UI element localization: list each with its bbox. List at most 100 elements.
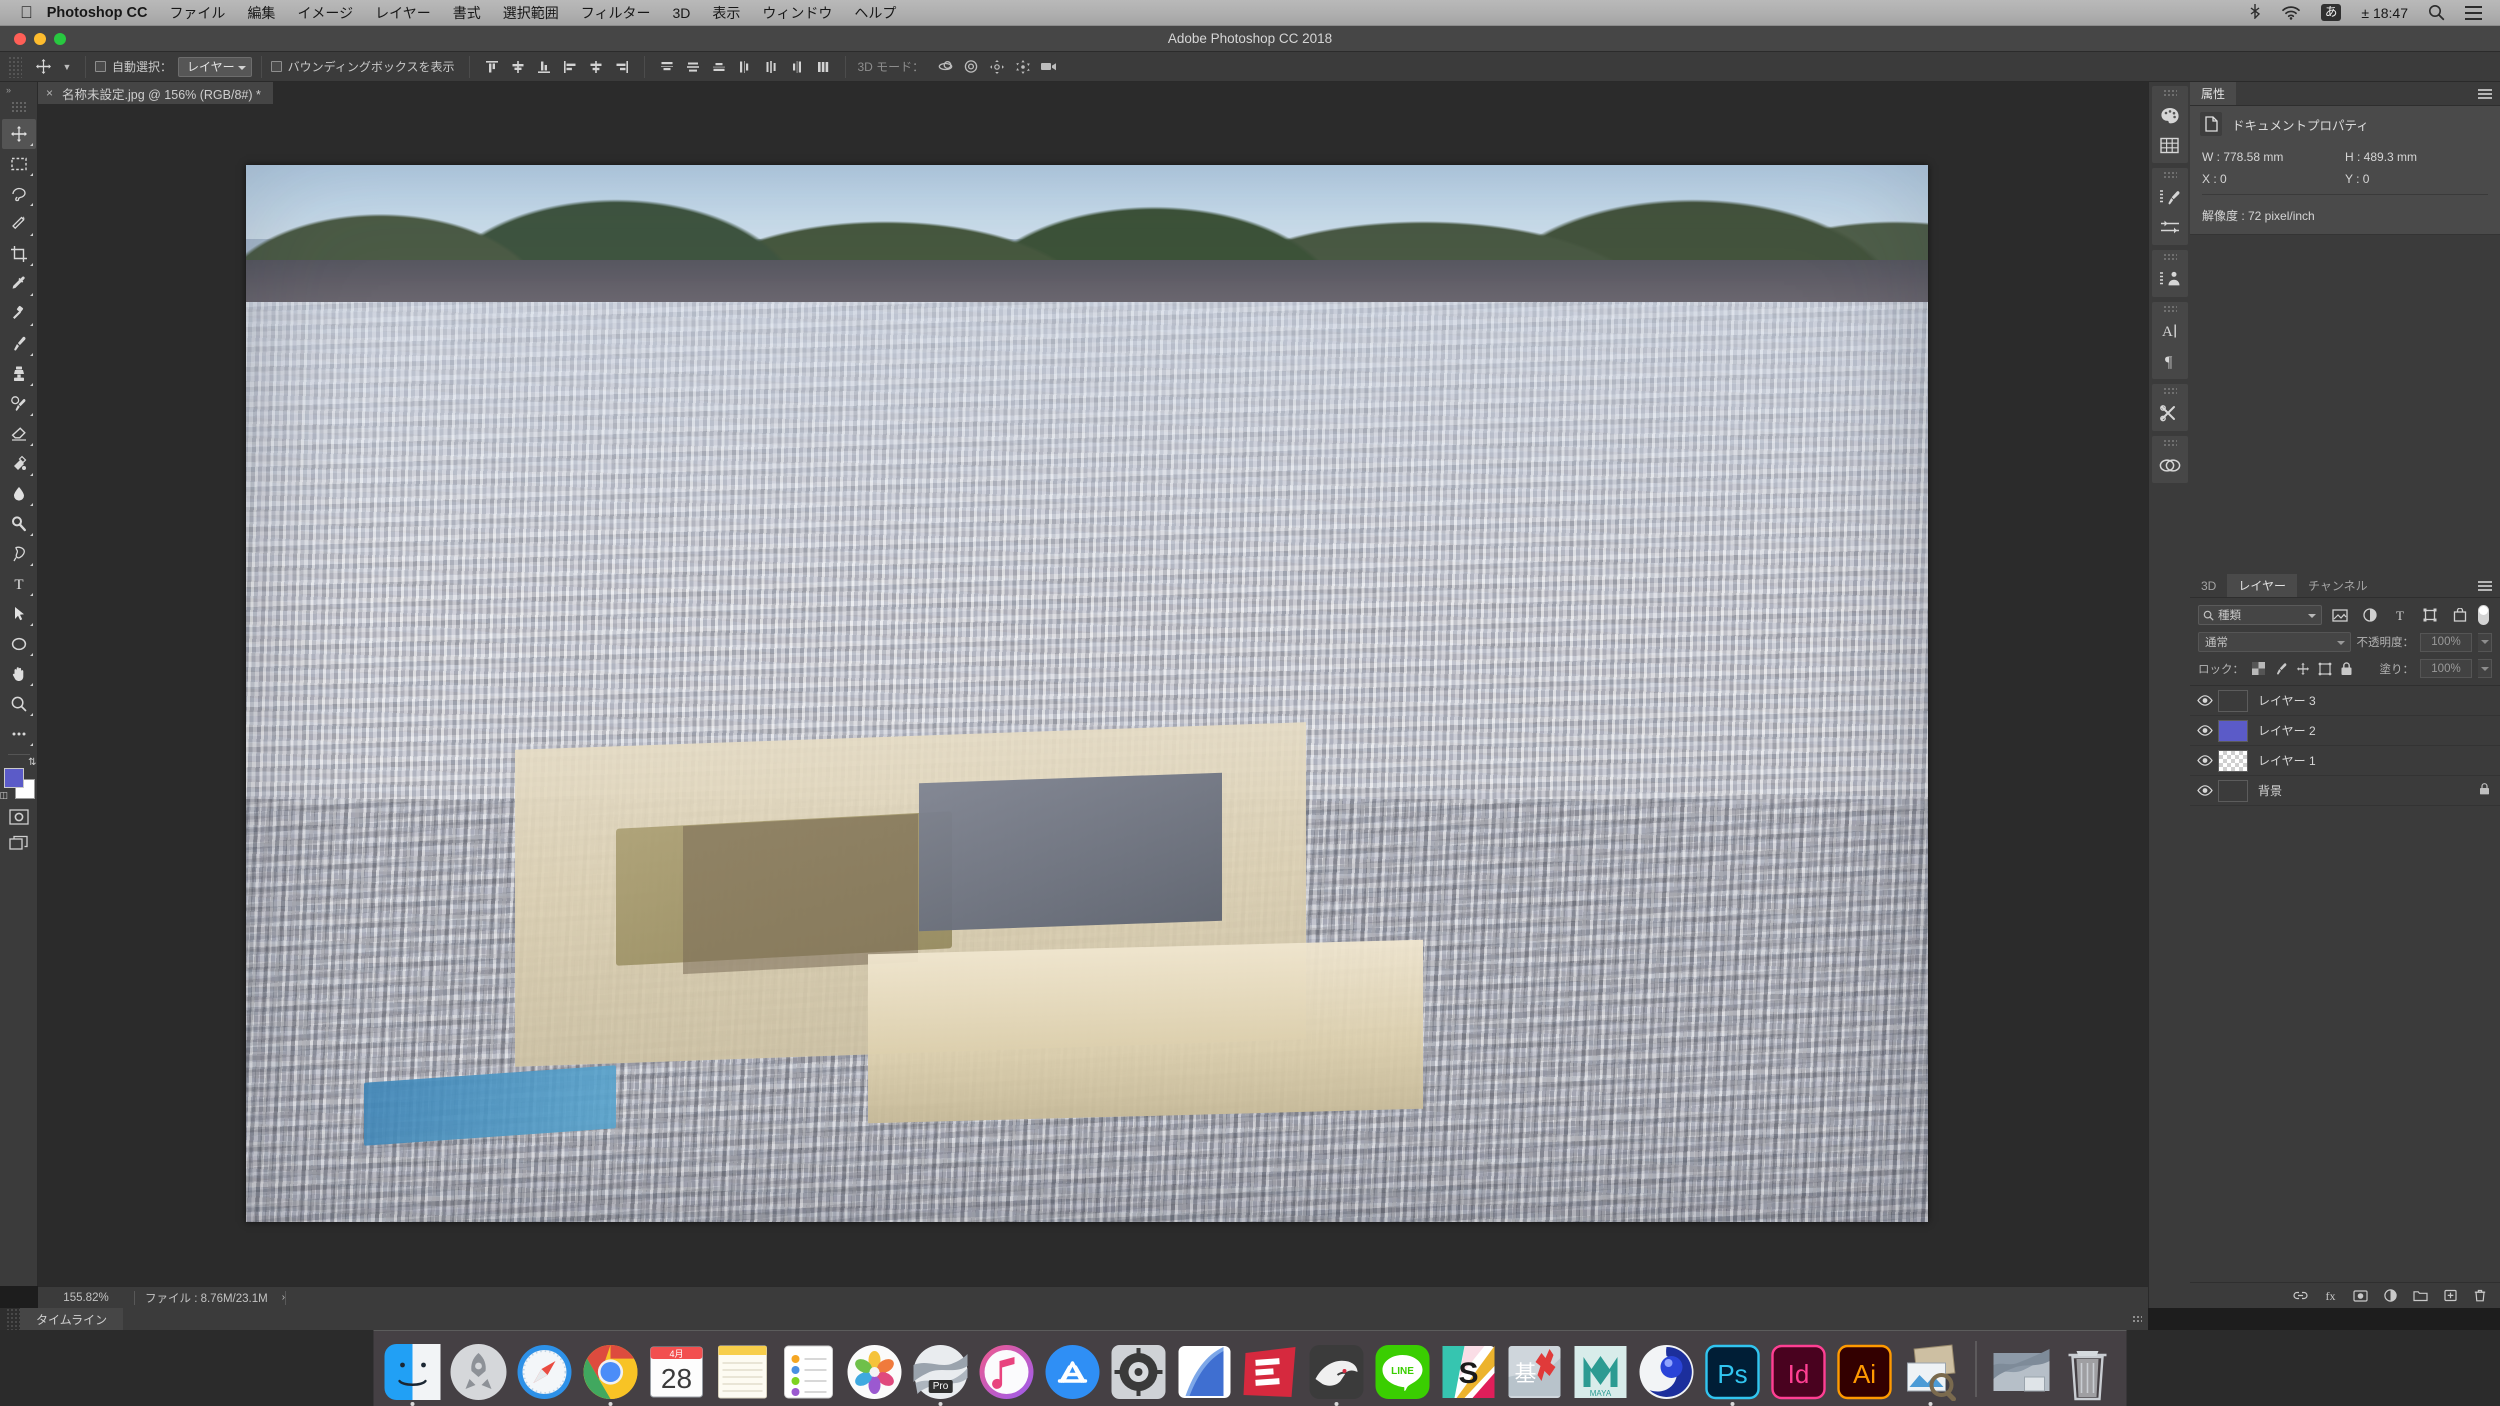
wifi-icon[interactable] (2281, 5, 2301, 20)
canvas-area[interactable] (38, 104, 2148, 1286)
healing-brush-tool[interactable] (2, 299, 36, 329)
auto-select-dropdown[interactable]: レイヤー (178, 56, 252, 77)
dock-item-sketchup[interactable] (1242, 1343, 1300, 1401)
menubar-item-view[interactable]: 表示 (712, 3, 740, 23)
rail-grip[interactable] (2162, 89, 2177, 98)
filter-toggle-switch[interactable] (2478, 604, 2492, 626)
layer-visibility-icon[interactable] (2192, 755, 2218, 766)
table-row[interactable]: レイヤー 3 (2190, 686, 2500, 716)
dock-item-google-earth-pro[interactable]: Pro (912, 1343, 970, 1406)
tab-3d[interactable]: 3D (2190, 574, 2228, 597)
swatches-grid-icon[interactable] (2153, 130, 2187, 160)
timeline-menu-icon[interactable] (2132, 1315, 2142, 1323)
dock-item-notes[interactable] (714, 1343, 772, 1401)
dock-item-minimized-document[interactable] (1993, 1343, 2051, 1401)
paragraph-panel-icon[interactable]: ¶ (2153, 346, 2187, 376)
menubar-item-layer[interactable]: レイヤー (375, 3, 431, 23)
filter-pixel-icon[interactable] (2328, 605, 2352, 625)
rail-grip[interactable] (2162, 171, 2177, 180)
dock-item-safari[interactable] (516, 1343, 574, 1401)
roll-3d-icon[interactable] (958, 55, 984, 79)
link-layers-icon[interactable] (2292, 1288, 2308, 1304)
lock-image-pixels-icon[interactable] (2273, 661, 2288, 677)
dock-item-preview[interactable] (1902, 1343, 1960, 1406)
distribute-bottom-icon[interactable] (706, 55, 732, 79)
table-row[interactable]: レイヤー 2 (2190, 716, 2500, 746)
dock-item-photos[interactable] (846, 1343, 904, 1401)
adjustments-icon[interactable] (2153, 212, 2187, 242)
tool-preset-chevron-down-icon[interactable]: ▼ (58, 55, 76, 79)
distribute-vertical-center-icon[interactable] (680, 55, 706, 79)
document-resolution-value[interactable]: 解像度 : 72 pixel/inch (2190, 207, 2500, 234)
foreground-color-swatch[interactable] (3, 768, 24, 788)
menubar-item-image[interactable]: イメージ (297, 3, 353, 23)
menubar-item-help[interactable]: ヘルプ (854, 3, 896, 23)
auto-select-checkbox[interactable] (95, 61, 106, 72)
dock-item-adobe-indesign[interactable]: Id (1770, 1343, 1828, 1401)
tab-layers[interactable]: レイヤー (2227, 574, 2297, 597)
move-tool-icon[interactable] (28, 55, 58, 79)
dock-item-rhinoceros[interactable] (1308, 1343, 1366, 1406)
layer-filter-dropdown[interactable]: 種類 (2198, 605, 2322, 625)
path-selection-tool[interactable] (2, 599, 36, 629)
zoom-tool[interactable] (2, 689, 36, 719)
blur-tool[interactable] (2, 479, 36, 509)
distribute-spacing-icon[interactable] (810, 55, 836, 79)
layer-mask-icon[interactable] (2352, 1288, 2368, 1304)
show-bounding-box-checkbox[interactable] (270, 61, 282, 72)
layer-list[interactable]: レイヤー 3 レイヤー 2 レイヤー 1 背景 (2190, 685, 2500, 1282)
dock-item-kiban-chizu[interactable]: 基 (1506, 1343, 1564, 1401)
distribute-horizontal-center-icon[interactable] (758, 55, 784, 79)
apple-menu-icon[interactable]:  (20, 4, 33, 21)
dock-item-reminders[interactable] (780, 1343, 838, 1401)
menubar-item-3d[interactable]: 3D (673, 5, 691, 21)
styles-stamp-icon[interactable] (2153, 264, 2187, 294)
lasso-tool[interactable] (2, 179, 36, 209)
clone-stamp-tool[interactable] (2, 359, 36, 389)
gradient-tool[interactable] (2, 449, 36, 479)
panel-menu-icon[interactable] (2478, 574, 2500, 597)
distribute-left-icon[interactable] (732, 55, 758, 79)
hand-tool[interactable] (2, 659, 36, 689)
layer-name[interactable]: レイヤー 2 (2258, 722, 2316, 739)
dock-item-adobe-illustrator[interactable]: Ai (1836, 1343, 1894, 1401)
close-icon[interactable]: × (46, 86, 53, 100)
dock-item-line[interactable]: LINE (1374, 1343, 1432, 1401)
new-group-icon[interactable] (2412, 1288, 2428, 1304)
menubar-app-name[interactable]: Photoshop CC (47, 5, 148, 21)
color-palette-icon[interactable] (2153, 100, 2187, 130)
dock-item-adobe-photoshop[interactable]: Ps (1704, 1343, 1762, 1406)
dock-item-autodesk-maya[interactable]: MAYA (1572, 1343, 1630, 1401)
layer-thumbnail[interactable] (2218, 749, 2248, 772)
fill-chevron-down-icon[interactable] (2478, 659, 2492, 678)
layer-thumbnail[interactable] (2218, 689, 2248, 712)
menubar-clock[interactable]: ± 18:47 (2361, 5, 2408, 21)
dock-item-cinema-4d[interactable] (1638, 1343, 1696, 1401)
slide-3d-icon[interactable] (1010, 55, 1036, 79)
color-swatches[interactable]: ◫ ⇅ (0, 757, 37, 800)
rail-grip[interactable] (2162, 253, 2177, 262)
tab-properties[interactable]: 属性 (2190, 82, 2237, 105)
magic-wand-tool[interactable] (2, 209, 36, 239)
tab-timeline[interactable]: タイムライン (20, 1308, 124, 1330)
rail-grip[interactable] (2162, 439, 2177, 448)
delete-layer-icon[interactable] (2472, 1288, 2488, 1304)
control-center-icon[interactable] (2465, 5, 2482, 20)
eraser-tool[interactable] (2, 419, 36, 449)
edit-toolbar-tool[interactable] (2, 719, 36, 749)
tab-channels[interactable]: チャンネル (2296, 574, 2379, 597)
layer-visibility-icon[interactable] (2192, 695, 2218, 706)
filter-adjustment-icon[interactable] (2358, 605, 2382, 625)
align-bottom-icon[interactable] (531, 55, 557, 79)
align-top-icon[interactable] (479, 55, 505, 79)
new-layer-icon[interactable] (2442, 1288, 2458, 1304)
menubar-item-file[interactable]: ファイル (169, 3, 225, 23)
quick-mask-icon[interactable] (4, 804, 34, 830)
layer-name[interactable]: レイヤー 3 (2258, 692, 2316, 709)
character-panel-icon[interactable]: A (2153, 316, 2187, 346)
menubar-item-window[interactable]: ウィンドウ (762, 3, 832, 23)
history-brush-tool[interactable] (2, 389, 36, 419)
move-tool[interactable] (1, 119, 36, 149)
adjustment-layer-icon[interactable] (2382, 1288, 2398, 1304)
dock-item-slack[interactable]: S (1440, 1343, 1498, 1401)
